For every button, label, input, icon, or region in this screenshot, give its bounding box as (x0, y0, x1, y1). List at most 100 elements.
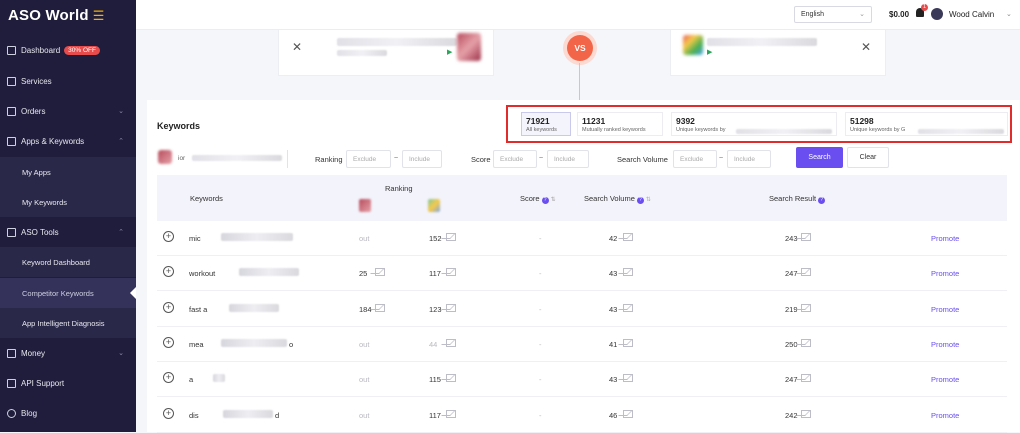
chevron-down-icon: ⌄ (859, 11, 865, 18)
sidebar-item-my-apps[interactable]: My Apps (0, 157, 136, 187)
sidebar-item-competitor-keywords[interactable]: Competitor Keywords (0, 278, 136, 308)
chart-icon[interactable] (623, 303, 633, 312)
chart-icon[interactable] (801, 338, 811, 347)
promote-link[interactable]: Promote (931, 340, 959, 349)
chart-icon[interactable] (446, 303, 456, 312)
score-include-input[interactable]: Include (547, 150, 589, 168)
chevron-up-icon: ⌃ (118, 138, 124, 145)
close-icon[interactable]: ✕ (292, 40, 302, 54)
chart-icon[interactable] (446, 268, 456, 277)
stat-unique-keywords-b[interactable]: 51298 Unique keywords by G (845, 112, 1008, 136)
avatar[interactable] (931, 8, 943, 20)
chart-icon[interactable] (446, 409, 456, 418)
notification-count: 1 (921, 4, 928, 11)
expand-row-icon[interactable]: + (163, 407, 174, 419)
help-icon[interactable]: ? (541, 197, 549, 204)
sidebar-item-keyword-dashboard[interactable]: Keyword Dashboard (0, 247, 136, 277)
chart-icon[interactable] (801, 268, 811, 277)
chart-icon[interactable] (801, 409, 811, 418)
chart-icon[interactable] (623, 233, 633, 241)
account-balance[interactable]: $0.00 (889, 10, 909, 19)
promote-link[interactable]: Promote (931, 234, 959, 243)
chart-icon[interactable] (375, 303, 385, 312)
chart-icon[interactable] (446, 233, 456, 241)
close-icon[interactable]: ✕ (861, 40, 871, 54)
menu-toggle-icon[interactable]: ☰ (93, 8, 105, 24)
sort-icon[interactable]: ⇅ (551, 197, 556, 203)
username[interactable]: Wood Calvin (949, 10, 994, 19)
chart-icon[interactable] (375, 268, 385, 277)
sidebar-item-orders[interactable]: Orders ⌄ (0, 96, 136, 126)
expand-row-icon[interactable]: + (163, 266, 174, 278)
expand-row-icon[interactable]: + (163, 336, 174, 348)
keyword-blurred (239, 268, 299, 277)
chevron-up-icon: ⌃ (118, 229, 124, 236)
sidebar: ASO World ☰ Dashboard 30% OFF Services Or… (0, 0, 136, 432)
sidebar-item-label: My Keywords (22, 197, 68, 207)
chevron-down-icon[interactable]: ⌄ (1006, 10, 1012, 18)
chart-icon[interactable] (446, 338, 456, 347)
keyword-blurred (221, 338, 287, 347)
chart-icon[interactable] (623, 268, 633, 277)
score-value: - (539, 375, 542, 385)
promote-link[interactable]: Promote (931, 411, 959, 420)
chart-icon[interactable] (623, 374, 633, 383)
stat-value: 71921 (526, 116, 550, 126)
sidebar-item-blog[interactable]: Blog (0, 398, 136, 428)
promote-link[interactable]: Promote (931, 269, 959, 278)
sidebar-item-apps-keywords[interactable]: Apps & Keywords ⌃ (0, 126, 136, 156)
brand-logo[interactable]: ASO World ☰ (8, 7, 105, 24)
ranking-exclude-input[interactable]: Exclude (346, 150, 391, 168)
chart-icon[interactable] (623, 409, 633, 418)
keyword-blurred (221, 233, 293, 241)
clear-button[interactable]: Clear (847, 147, 889, 168)
app-icon (158, 150, 172, 164)
sidebar-item-app-intelligent-diagnosis[interactable]: App Intelligent Diagnosis (0, 308, 136, 338)
stat-label: All keywords (526, 127, 557, 133)
help-icon[interactable]: ? (818, 197, 826, 204)
column-header-label: Score (520, 194, 540, 203)
stat-value: 9392 (676, 116, 695, 126)
sidebar-item-dashboard[interactable]: Dashboard 30% OFF (0, 35, 136, 65)
stat-all-keywords[interactable]: 71921 All keywords (521, 112, 571, 136)
column-header-score[interactable]: Score? ⇅ (520, 194, 556, 204)
sidebar-item-label: Money (21, 348, 46, 358)
sidebar-item-money[interactable]: Money ⌄ (0, 338, 136, 368)
score-exclude-input[interactable]: Exclude (493, 150, 537, 168)
sidebar-item-aso-tools[interactable]: ASO Tools ⌃ (0, 217, 136, 247)
promote-link[interactable]: Promote (931, 305, 959, 314)
table-row: + mic out 152-42 243 Promote (157, 221, 1007, 256)
chart-icon[interactable] (623, 338, 633, 347)
volume-exclude-input[interactable]: Exclude (673, 150, 717, 168)
stat-value: 51298 (850, 116, 874, 126)
stat-unique-keywords-a[interactable]: 9392 Unique keywords by (671, 112, 837, 136)
sidebar-item-label: Keyword Dashboard (22, 257, 90, 267)
expand-row-icon[interactable]: + (163, 372, 174, 384)
column-header-search-volume[interactable]: Search Volume? ⇅ (584, 194, 651, 204)
language-select[interactable]: English ⌄ (794, 6, 872, 23)
stat-mutual-keywords[interactable]: 11231 Mutually ranked keywords (577, 112, 663, 136)
sidebar-item-label: Blog (21, 408, 38, 418)
sidebar-item-services[interactable]: Services (0, 66, 136, 96)
app-compare: ✕ ▶ VS ▶ ✕ (147, 30, 1020, 100)
chart-icon[interactable] (801, 233, 811, 241)
expand-row-icon[interactable]: + (163, 301, 174, 313)
sidebar-item-api-support[interactable]: API Support (0, 368, 136, 398)
ranking-include-input[interactable]: Include (402, 150, 442, 168)
search-volume-value: 43 (609, 304, 618, 314)
sort-icon[interactable]: ⇅ (646, 197, 651, 203)
app-selector-text[interactable]: ior (178, 155, 185, 162)
vs-badge: VS (567, 35, 593, 61)
search-button[interactable]: Search (796, 147, 843, 168)
chart-icon[interactable] (801, 374, 811, 383)
help-icon[interactable]: ? (636, 197, 644, 204)
sidebar-item-my-keywords[interactable]: My Keywords (0, 187, 136, 217)
promote-link[interactable]: Promote (931, 375, 959, 384)
chart-icon[interactable] (801, 303, 811, 312)
chart-icon[interactable] (446, 374, 456, 383)
volume-include-input[interactable]: Include (727, 150, 771, 168)
expand-row-icon[interactable]: + (163, 231, 174, 242)
sidebar-item-label: Apps & Keywords (21, 136, 85, 146)
play-store-icon: ▶ (447, 49, 453, 56)
app-card-right: ▶ ✕ (670, 30, 886, 76)
